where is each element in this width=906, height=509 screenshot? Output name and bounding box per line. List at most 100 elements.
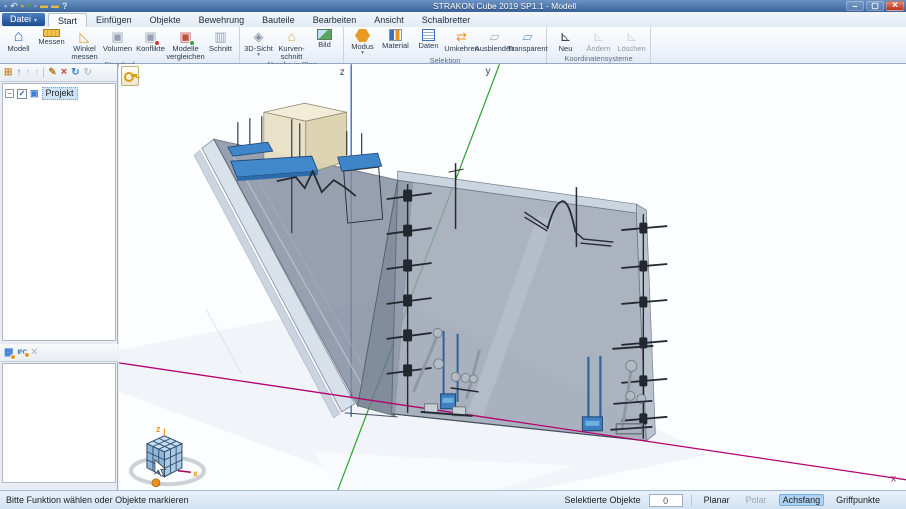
maximize-button[interactable]: ▢ <box>866 1 884 11</box>
tree-expander-icon[interactable]: − <box>5 89 14 98</box>
modell-button[interactable]: ⌂ Modell <box>2 28 35 53</box>
material-icon <box>389 29 402 41</box>
toggle-planar[interactable]: Planar <box>700 494 734 506</box>
messen-button[interactable]: Messen <box>35 28 68 46</box>
refresh-icon[interactable]: ↻ <box>71 67 79 78</box>
tab-bewehrung[interactable]: Bewehrung <box>190 13 254 27</box>
toggle-griffpunkte[interactable]: Griffpunkte <box>832 494 884 506</box>
folder-icon[interactable]: ▬ <box>40 1 48 11</box>
pencil-icon[interactable]: ✎ <box>48 67 56 78</box>
save-icon[interactable]: ▪ <box>4 1 7 11</box>
axes-icon: ⊾ <box>625 28 638 44</box>
curve-section-icon: ⌂ <box>287 29 296 44</box>
delete-x-icon[interactable]: × <box>61 67 67 78</box>
move-up-disabled-icon: ↑ <box>25 66 31 78</box>
data-list-icon <box>422 29 435 41</box>
ribbon-group-selektion: Modus Material Daten ⇄ Umkehren ▱ Ausble… <box>344 27 548 65</box>
cube-x-label: x <box>193 469 198 479</box>
tab-einfuegen[interactable]: Einfügen <box>87 13 141 27</box>
section-icon: ▥ <box>214 28 227 44</box>
image-icon <box>317 29 332 40</box>
project-tree[interactable]: − ✓ ▣ Projekt <box>2 83 116 341</box>
ifc-icon[interactable]: IFC <box>17 350 31 358</box>
tab-bearbeiten[interactable]: Bearbeiten <box>304 13 366 27</box>
group-label-koordinatensysteme: Koordinatensysteme <box>564 54 633 63</box>
tree-checkbox[interactable]: ✓ <box>17 88 27 99</box>
quick-access-toolbar: ▪ ↶ ▪ • ▪ ▬ ▬ ? <box>0 0 120 11</box>
cube-z-label: z <box>156 424 161 434</box>
aendern-koordinatensystem-button: ⊾ Ändern <box>586 28 611 53</box>
new-entry-icon[interactable]: ▦ <box>4 347 17 360</box>
minimize-button[interactable]: – <box>846 1 864 11</box>
toggle-polar[interactable]: Polar <box>742 494 771 506</box>
structure-icon[interactable]: ⊞ <box>4 67 12 78</box>
wall-panel <box>391 170 656 442</box>
bild-button[interactable]: Bild <box>308 28 341 49</box>
ausblenden-button[interactable]: ▱ Ausblenden <box>475 28 515 53</box>
move-up-icon[interactable]: ↑ <box>16 67 21 78</box>
tree-item-label[interactable]: Projekt <box>41 87 78 100</box>
modules-icon[interactable]: ▪ <box>21 1 24 11</box>
selected-objects-value: 0 <box>648 493 683 507</box>
view3d-icon: ◈ <box>253 28 264 44</box>
layers-icon[interactable]: ▪ <box>34 1 37 11</box>
cube-icon: ▣ <box>111 28 124 44</box>
umkehren-button[interactable]: ⇄ Umkehren <box>444 28 479 53</box>
neu-koordinatensystem-button[interactable]: ⊾ Neu <box>549 28 582 53</box>
viewport-pin-button[interactable] <box>121 66 139 86</box>
status-bar: Bitte Funktion wählen oder Objekte marki… <box>0 490 906 509</box>
schnitt-button[interactable]: ▥ Schnitt <box>204 28 237 53</box>
modus-button[interactable]: Modus <box>346 28 379 56</box>
tab-bauteile[interactable]: Bauteile <box>253 13 304 27</box>
konflikte-button[interactable]: ▣ Konflikte <box>134 28 167 53</box>
left-sidebar: ⊞ ↑ ↑ ↑ ✎ × ↻ ↻ − ✓ ▣ Projekt ▦ IFC × <box>0 64 118 490</box>
selected-objects-label: Selektierte Objekte <box>564 495 641 505</box>
compare-icon: ▣ <box>179 29 195 46</box>
close-button[interactable]: × <box>886 1 904 11</box>
gear-icon: ↻ <box>83 66 92 78</box>
folder-open-icon[interactable]: ▬ <box>51 1 59 11</box>
tab-start[interactable]: Start <box>48 13 88 27</box>
help-icon[interactable]: ? <box>62 1 68 11</box>
application-window: ▪ ↶ ▪ • ▪ ▬ ▬ ? STRAKON Cube 2019 SP1.1 … <box>0 0 906 509</box>
remove-icon: × <box>31 346 38 358</box>
swap-arrows-icon: ⇄ <box>456 28 467 44</box>
z-axis-label: z <box>340 67 345 78</box>
hide-icon: ▱ <box>489 28 500 44</box>
tab-schalbretter[interactable]: Schalbretter <box>413 13 480 27</box>
ribbon: ⌂ Modell Messen ◺ Winkel messen ▣ Volume… <box>0 27 906 69</box>
3d-sicht-button[interactable]: ◈ 3D-Sicht <box>242 28 275 58</box>
status-separator <box>690 494 692 506</box>
move-up-disabled-icon: ↑ <box>34 66 40 78</box>
daten-button[interactable]: Daten <box>412 28 445 50</box>
tree-row-projekt[interactable]: − ✓ ▣ Projekt <box>3 84 115 103</box>
hexagon-icon <box>355 29 370 42</box>
undo-icon[interactable]: ↶ <box>10 1 18 11</box>
tab-objekte[interactable]: Objekte <box>141 13 190 27</box>
main-area: ⊞ ↑ ↑ ↑ ✎ × ↻ ↻ − ✓ ▣ Projekt ▦ IFC × z … <box>0 64 906 490</box>
view-list-panel[interactable] <box>2 363 116 483</box>
ruler-icon <box>43 29 60 37</box>
ribbon-tab-bar: Datei Start Einfügen Objekte Bewehrung B… <box>0 12 906 27</box>
transparent-button[interactable]: ▱ Transparent <box>507 28 547 53</box>
status-message: Bitte Funktion wählen oder Objekte marki… <box>6 495 189 505</box>
kurvenschnitt-button[interactable]: ⌂ Kurven-schnitt <box>275 28 308 60</box>
check-icon[interactable]: • <box>27 0 31 11</box>
3d-viewport[interactable]: z y x z x <box>119 64 906 490</box>
volumen-button[interactable]: ▣ Volumen <box>101 28 134 53</box>
window-title: STRAKON Cube 2019 SP1.1 - Modell <box>433 1 577 11</box>
title-bar: ▪ ↶ ▪ • ▪ ▬ ▬ ? STRAKON Cube 2019 SP1.1 … <box>0 0 906 12</box>
window-controls: – ▢ × <box>846 0 904 12</box>
loeschen-koordinatensystem-button: ⊾ Löschen <box>617 28 646 53</box>
axes-icon: ⊾ <box>559 28 572 44</box>
modelle-vergleichen-button[interactable]: ▣ Modelle vergleichen <box>166 28 204 60</box>
winkel-messen-button[interactable]: ◺ Winkel messen <box>68 28 101 60</box>
y-axis-label: y <box>486 66 491 77</box>
tab-ansicht[interactable]: Ansicht <box>365 13 413 27</box>
ribbon-group-abgabe-in-plan: ◈ 3D-Sicht ⌂ Kurven-schnitt Bild Abgabe … <box>240 27 344 69</box>
material-button[interactable]: Material <box>379 28 412 50</box>
cube-alert-icon: ▣ <box>144 29 160 46</box>
tab-datei[interactable]: Datei <box>2 13 46 26</box>
toggle-achsfang[interactable]: Achsfang <box>778 494 825 506</box>
key-icon <box>123 71 137 82</box>
